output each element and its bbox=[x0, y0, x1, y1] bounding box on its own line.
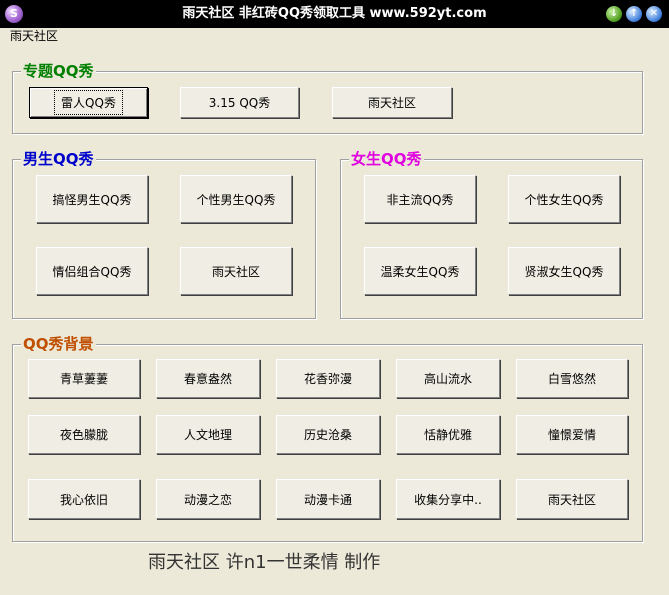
button-bg-2[interactable]: 花香弥漫 bbox=[276, 359, 380, 398]
button-bg-14[interactable]: 雨天社区 bbox=[516, 479, 628, 519]
button-female-nonmainstream[interactable]: 非主流QQ秀 bbox=[364, 175, 476, 223]
button-bg-3[interactable]: 高山流水 bbox=[396, 359, 500, 398]
button-bg-11[interactable]: 动漫之恋 bbox=[156, 479, 260, 519]
button-bg-8[interactable]: 恬静优雅 bbox=[396, 415, 500, 454]
button-bg-13[interactable]: 收集分享中.. bbox=[396, 479, 500, 519]
button-leiren-qqshow[interactable]: 雷人QQ秀 bbox=[29, 87, 148, 118]
group-special-title: 专题QQ秀 bbox=[21, 62, 96, 80]
button-yutian-male[interactable]: 雨天社区 bbox=[180, 247, 292, 295]
title-bar[interactable]: S 雨天社区 非红砖QQ秀领取工具 www.592yt.com ↓ ↑ ✕ bbox=[0, 0, 669, 28]
close-icon[interactable]: ✕ bbox=[646, 6, 662, 22]
button-bg-12[interactable]: 动漫卡通 bbox=[276, 479, 380, 519]
button-couple-combo[interactable]: 情侣组合QQ秀 bbox=[36, 247, 148, 295]
button-male-funny[interactable]: 搞怪男生QQ秀 bbox=[36, 175, 148, 223]
button-bg-7[interactable]: 历史沧桑 bbox=[276, 415, 380, 454]
button-bg-10[interactable]: 我心依旧 bbox=[28, 479, 140, 519]
button-female-virtuous[interactable]: 贤淑女生QQ秀 bbox=[508, 247, 620, 295]
button-female-gentle[interactable]: 温柔女生QQ秀 bbox=[364, 247, 476, 295]
minimize-icon[interactable]: ↓ bbox=[606, 6, 622, 22]
button-315-qqshow[interactable]: 3.15 QQ秀 bbox=[180, 87, 299, 118]
button-bg-1[interactable]: 春意盎然 bbox=[156, 359, 260, 398]
window-title: 雨天社区 非红砖QQ秀领取工具 www.592yt.com bbox=[182, 6, 487, 21]
button-bg-9[interactable]: 憧憬爱情 bbox=[516, 415, 628, 454]
button-bg-4[interactable]: 白雪悠然 bbox=[516, 359, 628, 398]
menu-item-yutian[interactable]: 雨天社区 bbox=[10, 28, 58, 44]
button-bg-5[interactable]: 夜色朦胧 bbox=[28, 415, 140, 454]
button-male-personality[interactable]: 个性男生QQ秀 bbox=[180, 175, 292, 223]
group-male-title: 男生QQ秀 bbox=[21, 150, 96, 168]
group-female-title: 女生QQ秀 bbox=[349, 150, 424, 168]
button-bg-0[interactable]: 青草萋萋 bbox=[28, 359, 140, 398]
footer-credit: 雨天社区 许n1一世柔情 制作 bbox=[148, 552, 381, 573]
button-bg-6[interactable]: 人文地理 bbox=[156, 415, 260, 454]
button-yutian-special[interactable]: 雨天社区 bbox=[332, 87, 452, 118]
maximize-icon[interactable]: ↑ bbox=[626, 6, 642, 22]
button-female-personality[interactable]: 个性女生QQ秀 bbox=[508, 175, 620, 223]
group-background-title: QQ秀背景 bbox=[21, 335, 96, 353]
